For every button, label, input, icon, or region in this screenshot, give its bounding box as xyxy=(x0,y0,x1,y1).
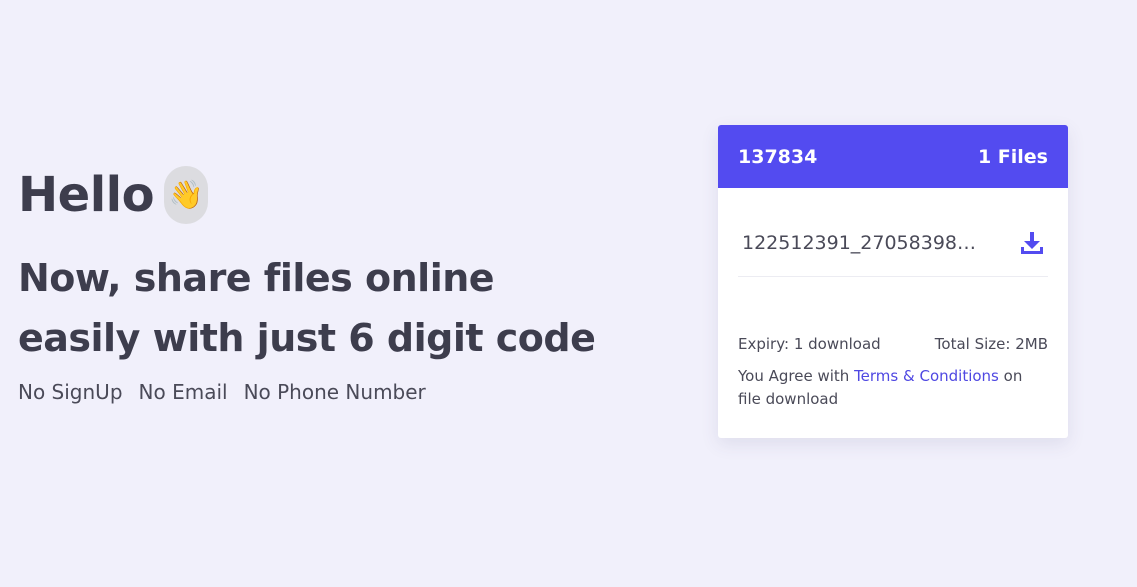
hero-section: Hello 👋 Now, share files online easily w… xyxy=(18,160,658,404)
waving-hand-emoji: 👋 xyxy=(168,178,204,211)
card-header: 137834 1 Files xyxy=(718,125,1068,188)
files-count: 1 Files xyxy=(977,145,1048,168)
file-name: 122512391_270583980913_n.jpg xyxy=(742,232,988,254)
download-button[interactable] xyxy=(1016,227,1048,259)
headline: Now, share files online easily with just… xyxy=(18,248,658,368)
greeting-row: Hello 👋 xyxy=(18,160,658,230)
feature-no-phone: No Phone Number xyxy=(243,380,426,404)
download-icon xyxy=(1021,232,1043,254)
feature-no-email: No Email xyxy=(138,380,228,404)
file-meta: Expiry: 1 download Total Size: 2MB xyxy=(738,335,1048,353)
file-share-card: 137834 1 Files 122512391_270583980913_n.… xyxy=(718,125,1068,438)
total-size-text: Total Size: 2MB xyxy=(934,335,1048,353)
file-row: 122512391_270583980913_n.jpg xyxy=(738,216,1048,277)
headline-line-1: Now, share files online xyxy=(18,256,495,300)
terms-link[interactable]: Terms & Conditions xyxy=(854,367,999,385)
greeting-text: Hello xyxy=(18,167,155,223)
feature-list: No SignUp No Email No Phone Number xyxy=(18,380,658,404)
headline-line-2: easily with just 6 digit code xyxy=(18,316,596,360)
feature-no-signup: No SignUp xyxy=(18,380,123,404)
expiry-text: Expiry: 1 download xyxy=(738,335,881,353)
terms-notice: You Agree with Terms & Conditions on fil… xyxy=(738,365,1048,411)
share-code: 137834 xyxy=(738,145,818,168)
terms-prefix: You Agree with xyxy=(738,367,855,385)
waving-hand-icon: 👋 xyxy=(164,166,209,224)
